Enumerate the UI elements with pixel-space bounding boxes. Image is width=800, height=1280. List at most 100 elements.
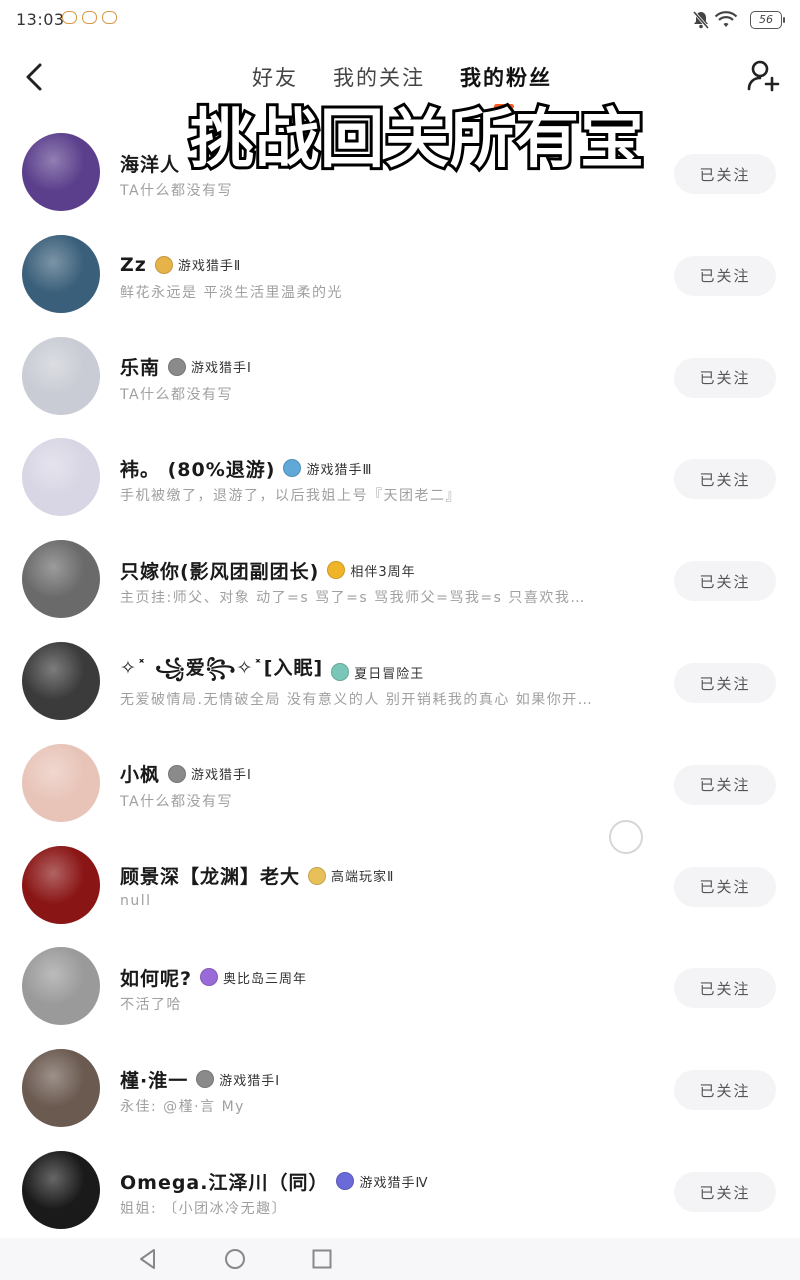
mute-icon [692, 11, 710, 29]
notification-icon [102, 11, 117, 24]
badge-icon [168, 764, 187, 783]
user-name[interactable]: 槿·淮一 [120, 1066, 188, 1093]
user-bio: 鲜花永远是 平淡生活里温柔的光 [120, 284, 343, 301]
name-line: Zz 游戏猎手Ⅱ [120, 252, 241, 278]
followed-button[interactable]: 已关注 [674, 764, 776, 805]
badge-icon [331, 663, 350, 681]
avatar[interactable] [22, 234, 100, 313]
user-name[interactable]: 如何呢? [120, 964, 192, 991]
name-line: 小枫 游戏猎手Ⅰ [120, 761, 252, 787]
notification-icon [82, 11, 97, 24]
badge-icon [283, 459, 302, 478]
badge-label: 游戏猎手Ⅳ [359, 1175, 429, 1191]
avatar[interactable] [22, 540, 100, 619]
user-name[interactable]: Zz [120, 254, 147, 276]
followed-button[interactable]: 已关注 [674, 561, 776, 602]
user-name[interactable]: Omega.江泽川（同） [120, 1168, 328, 1195]
user-badge: 奥比岛三周年 [200, 968, 307, 987]
user-name[interactable]: 小枫 [120, 760, 160, 787]
user-name[interactable]: 袆。 (80%退游) [120, 455, 275, 482]
system-navigation-bar [0, 1238, 800, 1280]
avatar[interactable] [22, 1151, 100, 1229]
list-item[interactable]: 槿·淮一 游戏猎手Ⅰ 永佳: @槿·言 My 已关注 [0, 1036, 800, 1136]
list-item[interactable]: Zz 游戏猎手Ⅱ 鲜花永远是 平淡生活里温柔的光 已关注 [0, 222, 800, 322]
badge-icon [168, 357, 187, 376]
user-badge: 游戏猎手Ⅰ [168, 764, 252, 783]
user-bio: 姐姐: 〔小团冰冷无趣〕 [120, 1201, 288, 1217]
avatar[interactable] [22, 743, 100, 822]
user-badge: 夏日冒险王 [331, 663, 424, 682]
wifi-icon [714, 11, 738, 27]
list-item[interactable]: 袆。 (80%退游) 游戏猎手Ⅲ 手机被缴了，退游了，以后我姐上号『天团老二』 已关注 [0, 425, 800, 525]
badge-label: 游戏猎手Ⅱ [177, 259, 242, 275]
user-badge: 高端玩家Ⅱ [308, 866, 394, 885]
list-item[interactable]: 顾景深【龙渊】老大 高端玩家Ⅱ null 已关注 [0, 833, 800, 933]
list-item[interactable]: 只嫁你(影风团副团长) 相伴3周年主页挂:师父、对象 动了=s 骂了=s 骂我师父… [0, 527, 800, 627]
followed-button[interactable]: 已关注 [674, 968, 776, 1009]
badge-label: 游戏猎手Ⅰ [219, 1073, 281, 1089]
avatar[interactable] [22, 642, 100, 720]
followed-button[interactable]: 已关注 [674, 663, 776, 703]
nav-home-icon[interactable] [224, 1248, 246, 1270]
badge-icon [327, 561, 346, 580]
badge-icon [336, 1172, 355, 1190]
followed-button[interactable]: 已关注 [674, 255, 776, 296]
avatar[interactable] [22, 947, 100, 1026]
overlay-caption: 挑战回关所有宝 [187, 100, 647, 180]
battery-indicator: 56 [750, 11, 785, 29]
avatar[interactable] [22, 438, 100, 517]
followed-button[interactable]: 已关注 [674, 357, 776, 398]
user-name[interactable]: ✧˟ ꧁爱꧂✧˟[入眠] [120, 653, 323, 692]
avatar[interactable] [22, 133, 100, 211]
name-line: 如何呢? 奥比岛三周年 [120, 964, 307, 990]
user-bio: 主页挂:师父、对象 动了=s 骂了=s 骂我师父=骂我=s 只喜欢我… [120, 590, 586, 607]
list-item[interactable]: Omega.江泽川（同） 游戏猎手Ⅳ 姐姐: 〔小团冰冷无趣〕 已关注 [0, 1138, 800, 1238]
name-line: 顾景深【龙渊】老大 高端玩家Ⅱ [120, 863, 394, 889]
list-item[interactable]: 小枫 游戏猎手Ⅰ TA什么都没有写 已关注 [0, 731, 800, 831]
followed-button[interactable]: 已关注 [674, 866, 776, 907]
user-badge: 游戏猎手Ⅰ [168, 357, 252, 376]
badge-label: 相伴3周年 [350, 564, 416, 580]
name-line: 槿·淮一 游戏猎手Ⅰ [120, 1066, 280, 1092]
followed-button[interactable]: 已关注 [674, 459, 776, 500]
floating-assist-button[interactable] [609, 820, 643, 854]
tab-following[interactable]: 我的关注 [333, 62, 425, 92]
tab-fans[interactable]: 我的粉丝 [460, 62, 552, 92]
user-name[interactable]: 只嫁你(影风团副团长) [120, 557, 319, 584]
status-time: 13:03 [16, 10, 65, 29]
followed-button[interactable]: 已关注 [674, 154, 776, 194]
name-line: ✧˟ ꧁爱꧂✧˟[入眠] 夏日冒险王 [120, 657, 424, 685]
user-bio: null [120, 892, 152, 909]
badge-label: 奥比岛三周年 [223, 971, 308, 987]
battery-level: 56 [759, 13, 773, 26]
add-user-icon[interactable] [746, 58, 782, 94]
list-item[interactable]: 如何呢? 奥比岛三周年 不活了哈 已关注 [0, 934, 800, 1034]
nav-recents-icon[interactable] [311, 1248, 333, 1270]
avatar[interactable] [22, 1049, 100, 1128]
user-bio: 永佳: @槿·言 My [120, 1099, 245, 1116]
user-bio: 无爱破情局.无情破全局 没有意义的人 别开销耗我的真心 如果你开… [120, 692, 594, 708]
followed-button[interactable]: 已关注 [674, 1172, 776, 1212]
notification-icon [62, 11, 77, 24]
user-bio: 手机被缴了，退游了，以后我姐上号『天团老二』 [120, 488, 461, 505]
list-item[interactable]: ✧˟ ꧁爱꧂✧˟[入眠] 夏日冒险王 无爱破情局.无情破全局 没有意义的人 别开销耗… [0, 629, 800, 729]
name-line: 乐南 游戏猎手Ⅰ [120, 354, 252, 380]
name-line: 袆。 (80%退游) 游戏猎手Ⅲ [120, 455, 372, 481]
badge-label: 高端玩家Ⅱ [331, 870, 395, 886]
user-badge: 游戏猎手Ⅱ [154, 255, 242, 275]
list-item[interactable]: 乐南 游戏猎手Ⅰ TA什么都没有写 已关注 [0, 324, 800, 424]
name-line: 只嫁你(影风团副团长) 相伴3周年 [120, 557, 416, 583]
user-name[interactable]: 乐南 [120, 353, 160, 380]
nav-back-icon[interactable] [137, 1248, 159, 1270]
back-icon[interactable] [18, 60, 52, 94]
name-line: Omega.江泽川（同） 游戏猎手Ⅳ [120, 1168, 428, 1194]
avatar[interactable] [22, 336, 100, 415]
user-name[interactable]: 顾景深【龙渊】老大 [120, 862, 300, 889]
avatar[interactable] [22, 845, 100, 924]
user-name[interactable]: 海洋人 [120, 150, 180, 177]
badge-label: 游戏猎手Ⅰ [191, 361, 252, 377]
user-badge: 游戏猎手Ⅳ [336, 1172, 428, 1191]
tab-friends[interactable]: 好友 [252, 62, 298, 92]
followed-button[interactable]: 已关注 [674, 1070, 776, 1111]
badge-icon [308, 866, 327, 885]
